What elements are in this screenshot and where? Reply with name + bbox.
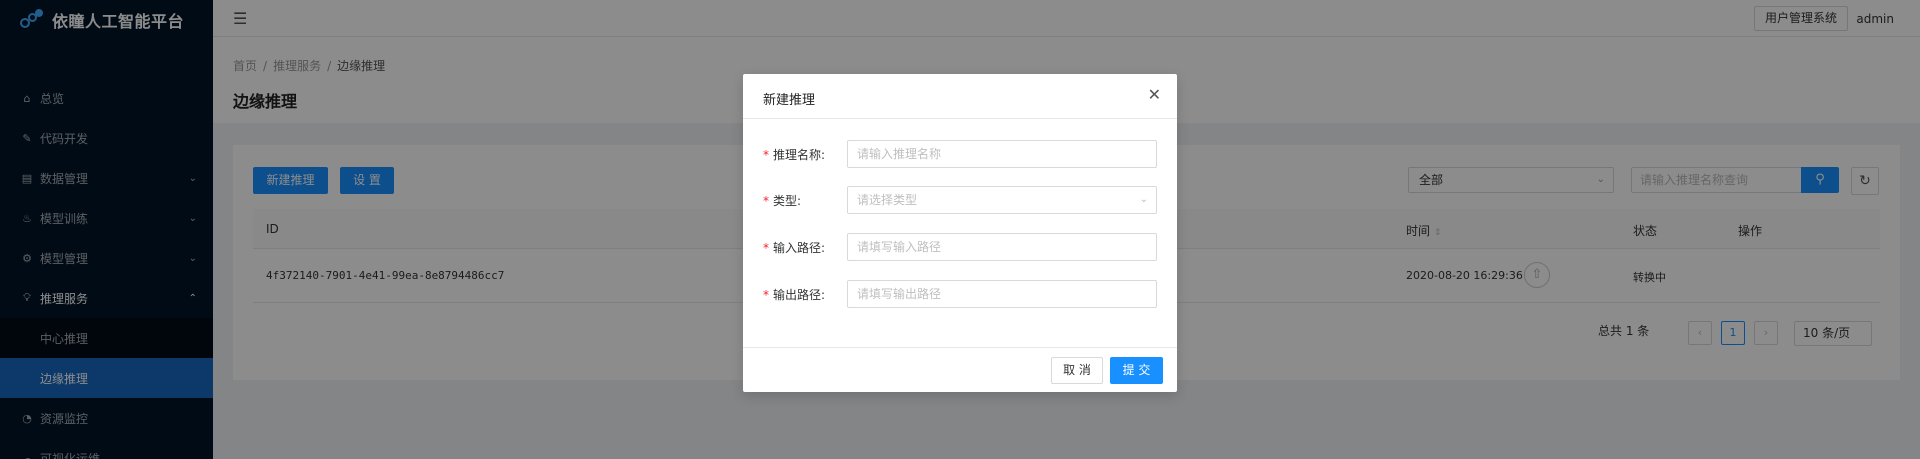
field-label-type: * 类型: (763, 192, 801, 209)
form-row-name: * 推理名称: 请输入推理名称 (763, 140, 1163, 168)
required-mark: * (763, 241, 769, 255)
cancel-button[interactable]: 取 消 (1051, 357, 1103, 384)
required-mark: * (763, 194, 769, 208)
close-icon[interactable]: ✕ (1148, 87, 1161, 103)
field-label-input-path: * 输入路径: (763, 239, 825, 256)
field-label-text: 输入路径: (773, 241, 826, 255)
output-path-field[interactable]: 请填写输出路径 (847, 280, 1157, 308)
field-label-text: 推理名称: (773, 148, 826, 162)
submit-button[interactable]: 提 交 (1110, 357, 1163, 384)
field-label-text: 输出路径: (773, 288, 826, 302)
modal-title: 新建推理 (763, 93, 816, 108)
form-row-output-path: * 输出路径: 请填写输出路径 (763, 280, 1163, 308)
type-select[interactable]: 请选择类型 ⌄ (847, 186, 1157, 214)
modal-header: 新建推理 ✕ (743, 74, 1177, 119)
required-mark: * (763, 148, 769, 162)
field-label-name: * 推理名称: (763, 146, 825, 163)
create-inference-modal: 新建推理 ✕ * 推理名称: 请输入推理名称 * 类型: 请选择类型 ⌄ * 输入路径… (743, 74, 1177, 392)
form-row-type: * 类型: 请选择类型 ⌄ (763, 186, 1163, 214)
field-label-text: 类型: (773, 194, 802, 208)
modal-footer: 取 消 提 交 (743, 347, 1177, 392)
chevron-down-icon: ⌄ (1139, 194, 1148, 205)
type-select-placeholder: 请选择类型 (857, 193, 918, 207)
field-label-output-path: * 输出路径: (763, 286, 825, 303)
required-mark: * (763, 288, 769, 302)
inference-name-input[interactable]: 请输入推理名称 (847, 140, 1157, 168)
input-path-field[interactable]: 请填写输入路径 (847, 233, 1157, 261)
form-row-input-path: * 输入路径: 请填写输入路径 (763, 233, 1163, 261)
